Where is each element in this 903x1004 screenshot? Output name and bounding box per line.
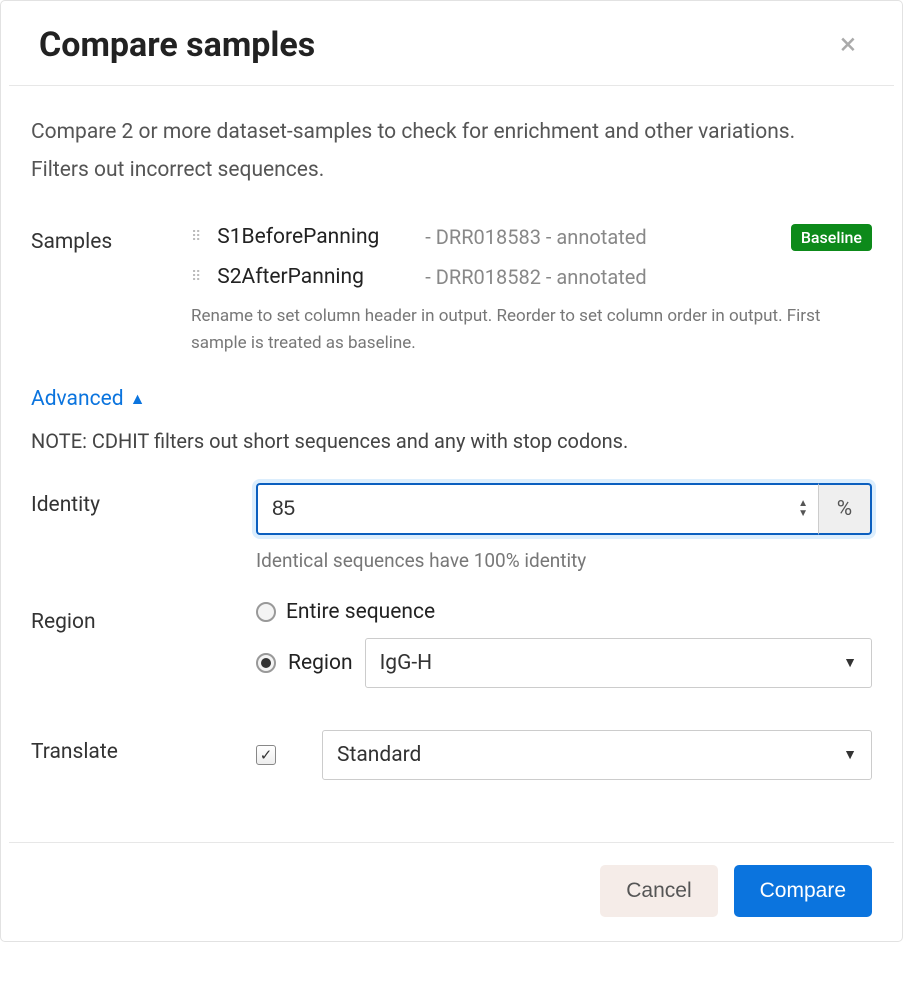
- identity-spinner: ▲ ▼: [794, 483, 818, 535]
- advanced-note: NOTE: CDHIT filters out short sequences …: [31, 429, 872, 453]
- advanced-toggle[interactable]: Advanced ▲: [31, 387, 145, 411]
- region-label: Region: [31, 600, 246, 634]
- baseline-badge: Baseline: [791, 224, 872, 251]
- compare-samples-dialog: Compare samples × Compare 2 or more data…: [0, 0, 903, 942]
- chevron-down-icon: ▼: [843, 746, 857, 763]
- identity-unit: %: [818, 483, 872, 535]
- sample-suffix: - DRR018582 - annotated: [425, 265, 872, 289]
- region-select-value: IgG-H: [380, 651, 433, 675]
- region-option-entire[interactable]: Entire sequence: [256, 600, 872, 624]
- sample-row[interactable]: ⠿ S2AfterPanning - DRR018582 - annotated: [191, 265, 872, 289]
- sample-name[interactable]: S2AfterPanning: [217, 265, 407, 289]
- cancel-button[interactable]: Cancel: [600, 865, 717, 917]
- chevron-up-icon: ▲: [130, 389, 146, 409]
- translate-label: Translate: [31, 730, 246, 764]
- translate-select-value: Standard: [337, 743, 421, 767]
- intro-line-2: Filters out incorrect sequences.: [31, 152, 872, 190]
- drag-handle-icon[interactable]: ⠿: [191, 229, 199, 245]
- identity-control: ▲ ▼ % Identical sequences have 100% iden…: [256, 483, 872, 572]
- intro-text: Compare 2 or more dataset-samples to che…: [31, 114, 872, 190]
- translate-control: ✓ Standard ▼: [256, 730, 872, 780]
- region-control: Entire sequence Region IgG-H ▼: [256, 600, 872, 702]
- close-icon[interactable]: ×: [832, 26, 864, 64]
- translate-select[interactable]: Standard ▼: [322, 730, 872, 780]
- identity-hint: Identical sequences have 100% identity: [256, 549, 872, 572]
- identity-input-group: ▲ ▼ %: [256, 483, 872, 535]
- sample-suffix: - DRR018583 - annotated: [425, 225, 773, 249]
- region-row: Region Entire sequence Region IgG-H ▼: [31, 600, 872, 702]
- dialog-title: Compare samples: [39, 25, 315, 65]
- advanced-label: Advanced: [31, 387, 124, 411]
- radio-unchecked-icon[interactable]: [256, 602, 276, 622]
- samples-section: Samples ⠿ S1BeforePanning - DRR018583 - …: [31, 224, 872, 357]
- translate-checkbox[interactable]: ✓: [256, 745, 276, 765]
- sample-row[interactable]: ⠿ S1BeforePanning - DRR018583 - annotate…: [191, 224, 872, 251]
- region-select[interactable]: IgG-H ▼: [365, 638, 872, 688]
- identity-row: Identity ▲ ▼ % Identical sequences have …: [31, 483, 872, 572]
- compare-button[interactable]: Compare: [734, 865, 872, 917]
- dialog-footer: Cancel Compare: [9, 842, 894, 941]
- intro-line-1: Compare 2 or more dataset-samples to che…: [31, 114, 872, 152]
- spinner-down-icon[interactable]: ▼: [794, 509, 812, 519]
- region-entire-label: Entire sequence: [286, 600, 435, 624]
- identity-label: Identity: [31, 483, 246, 517]
- translate-row: Translate ✓ Standard ▼: [31, 730, 872, 780]
- drag-handle-icon[interactable]: ⠿: [191, 269, 199, 285]
- radio-checked-icon[interactable]: [256, 653, 276, 673]
- dialog-body: Compare 2 or more dataset-samples to che…: [1, 86, 902, 842]
- samples-hint: Rename to set column header in output. R…: [191, 303, 872, 357]
- chevron-down-icon: ▼: [843, 654, 857, 671]
- identity-input[interactable]: [256, 483, 794, 535]
- dialog-header: Compare samples ×: [9, 1, 894, 86]
- samples-label: Samples: [31, 224, 181, 357]
- samples-list: ⠿ S1BeforePanning - DRR018583 - annotate…: [191, 224, 872, 357]
- region-region-label: Region: [288, 651, 353, 675]
- sample-name[interactable]: S1BeforePanning: [217, 225, 407, 249]
- region-option-region[interactable]: Region IgG-H ▼: [256, 638, 872, 688]
